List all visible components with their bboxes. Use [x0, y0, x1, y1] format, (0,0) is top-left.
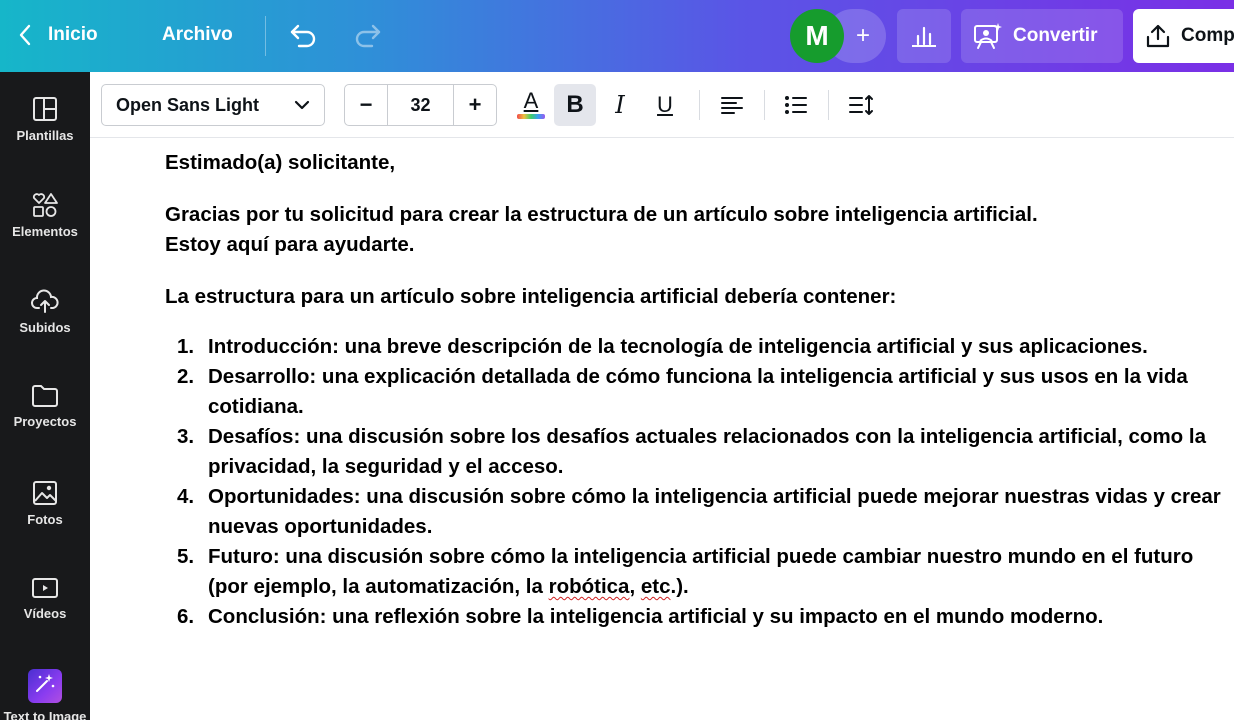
- list-number: 6.: [177, 605, 195, 628]
- lead-paragraph: La estructura para un artículo sobre int…: [165, 285, 897, 308]
- misspelled-word[interactable]: robótica: [549, 575, 630, 598]
- list-item: 1. Introducción: una breve descripción de…: [165, 332, 1225, 362]
- list-item: 3. Desafíos: una discusión sobre los desa…: [165, 422, 1225, 482]
- list-item: 5. Futuro: una discusión sobre cómo la in…: [165, 542, 1225, 602]
- align-left-button[interactable]: [714, 84, 750, 126]
- undo-icon: [290, 24, 316, 48]
- list-text-before: Futuro: una discusión sobre cómo la inte…: [208, 545, 1194, 598]
- chevron-left-icon: [19, 24, 31, 46]
- greeting-paragraph: Estimado(a) solicitante,: [165, 151, 396, 174]
- sidebar-item-label: Subidos: [19, 320, 71, 335]
- list-item: 4. Oportunidades: una discusión sobre cóm…: [165, 482, 1225, 542]
- cloud-upload-icon: [31, 289, 59, 313]
- redo-button[interactable]: [352, 21, 382, 54]
- line-spacing-icon: [849, 95, 873, 115]
- bar-chart-icon: [912, 26, 936, 47]
- magic-present-icon: [974, 23, 1002, 49]
- list-number: 3.: [177, 425, 195, 448]
- list-text: Introducción: una breve descripción de l…: [208, 335, 1148, 358]
- structure-list: 1. Introducción: una breve descripción de…: [165, 332, 1225, 632]
- underline-button[interactable]: U: [646, 84, 684, 126]
- toolbar-divider: [828, 90, 829, 120]
- user-avatar[interactable]: M: [790, 9, 844, 63]
- list-text-mid: ,: [629, 575, 641, 598]
- list-number: 2.: [177, 365, 195, 388]
- sidebar-item-templates[interactable]: Plantillas: [0, 96, 90, 143]
- font-family-value: Open Sans Light: [116, 94, 260, 115]
- color-bar: [517, 114, 545, 119]
- video-icon: [32, 578, 58, 598]
- document-text-box[interactable]: Estimado(a) solicitante, Gracias por tu …: [165, 148, 1225, 632]
- list-number: 1.: [177, 335, 195, 358]
- list-number: 5.: [177, 545, 195, 568]
- convert-label: Convertir: [1013, 25, 1098, 46]
- list-text-after: .).: [670, 575, 689, 598]
- increase-font-size-button[interactable]: +: [454, 85, 496, 125]
- intro-line-1: Gracias por tu solicitud para crear la e…: [165, 203, 1038, 226]
- font-size-input[interactable]: 32: [387, 85, 454, 125]
- undo-button[interactable]: [289, 21, 319, 54]
- sidebar-item-label: Fotos: [27, 512, 63, 527]
- chevron-down-icon: [294, 100, 310, 110]
- shapes-icon: [32, 193, 58, 217]
- sidebar-item-projects[interactable]: Proyectos: [0, 384, 90, 429]
- toolbar-divider: [699, 90, 700, 120]
- folder-icon: [32, 385, 58, 407]
- list-text: Desafíos: una discusión sobre los desafí…: [208, 425, 1206, 478]
- sidebar-item-text-to-image[interactable]: Text to Image: [0, 669, 90, 720]
- sidebar-item-label: Plantillas: [16, 128, 74, 143]
- decrease-font-size-button[interactable]: −: [345, 85, 387, 125]
- sidebar-item-label: Vídeos: [23, 606, 67, 621]
- sidebar-item-photos[interactable]: Fotos: [0, 480, 90, 527]
- sidebar-item-uploads[interactable]: Subidos: [0, 288, 90, 335]
- font-family-dropdown[interactable]: Open Sans Light: [101, 84, 325, 126]
- magic-image-icon: [28, 669, 62, 703]
- list-number: 4.: [177, 485, 195, 508]
- align-left-icon: [721, 97, 743, 114]
- file-label: Archivo: [162, 24, 233, 45]
- list-text: Conclusión: una reflexión sobre la intel…: [208, 605, 1104, 628]
- list-item: 2. Desarrollo: una explicación detallada …: [165, 362, 1225, 422]
- bullet-list-button[interactable]: [778, 84, 814, 126]
- bullet-list-icon: [785, 96, 807, 114]
- sidebar-item-label: Proyectos: [13, 414, 77, 429]
- text-color-icon: A: [523, 88, 539, 113]
- share-button[interactable]: Comp: [1133, 9, 1234, 63]
- font-size-stepper: − 32 +: [344, 84, 497, 126]
- left-sidebar: Plantillas Elementos Subidos Proyectos F…: [0, 72, 90, 720]
- home-label: Inicio: [48, 24, 98, 45]
- text-color-button[interactable]: A: [512, 84, 550, 126]
- italic-button[interactable]: I: [601, 84, 639, 126]
- line-spacing-button[interactable]: [844, 84, 880, 126]
- sidebar-item-label: Text to Image: [3, 709, 87, 720]
- toolbar-divider: [764, 90, 765, 120]
- plus-icon: +: [855, 22, 870, 49]
- upload-icon: [1146, 24, 1170, 48]
- home-button[interactable]: Inicio: [18, 20, 98, 50]
- bold-button[interactable]: B: [554, 84, 596, 126]
- list-text: Oportunidades: una discusión sobre cómo …: [208, 485, 1221, 538]
- sidebar-item-videos[interactable]: Vídeos: [0, 576, 90, 621]
- text-format-toolbar: Open Sans Light − 32 + A B I U: [90, 72, 1234, 138]
- intro-line-2: Estoy aquí para ayudarte.: [165, 233, 415, 256]
- misspelled-word[interactable]: etc: [641, 575, 671, 598]
- list-item: 6. Conclusión: una reflexión sobre la int…: [165, 602, 1225, 632]
- sidebar-item-elements[interactable]: Elementos: [0, 192, 90, 239]
- header-divider: [265, 16, 266, 56]
- insights-button[interactable]: [897, 9, 951, 63]
- list-text: Desarrollo: una explicación detallada de…: [208, 365, 1188, 418]
- sidebar-item-label: Elementos: [12, 224, 78, 239]
- layout-icon: [33, 97, 57, 121]
- top-header: Inicio Archivo + M Convertir Comp: [0, 0, 1234, 72]
- file-menu-button[interactable]: Archivo: [162, 20, 233, 50]
- redo-icon: [355, 24, 381, 48]
- share-label: Comp: [1181, 25, 1234, 46]
- image-icon: [33, 481, 57, 505]
- convert-button[interactable]: Convertir: [961, 9, 1123, 63]
